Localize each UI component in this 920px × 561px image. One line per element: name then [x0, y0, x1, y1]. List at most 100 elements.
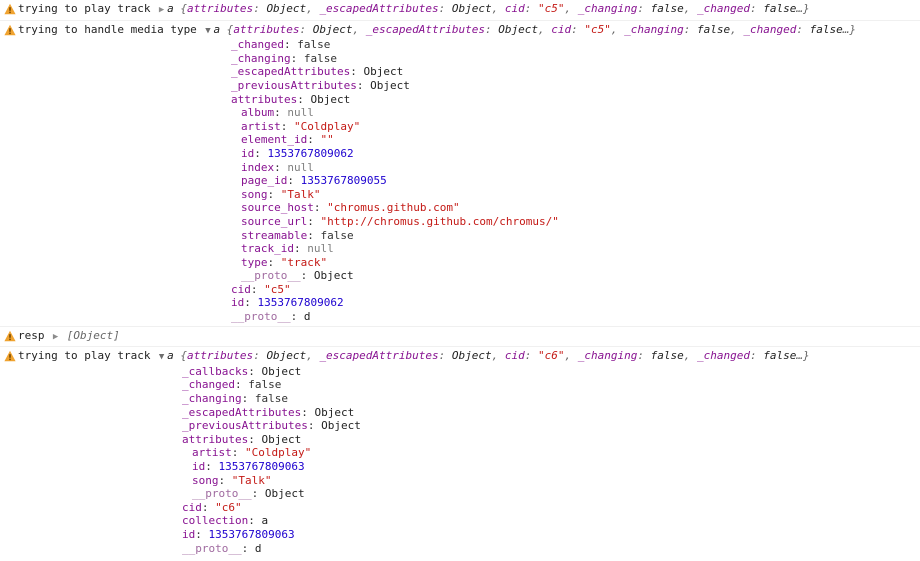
property-colon: :: [287, 174, 301, 188]
object-preview[interactable]: {attributes: Object, _escapedAttributes:…: [173, 349, 809, 363]
property-row[interactable]: ▶__proto__: Object: [0, 269, 920, 283]
property-row[interactable]: ▶_callbacks: Object: [0, 365, 920, 379]
property-key: artist: [192, 446, 232, 460]
disclosure-triangle-closed-icon[interactable]: ▶: [51, 331, 60, 345]
preview-value: Object: [266, 2, 307, 15]
property-value: null: [287, 106, 314, 120]
property-value: false: [320, 228, 354, 242]
preview-value: false: [763, 2, 797, 15]
property-row[interactable]: ▶_escapedAttributes: Object: [0, 406, 920, 420]
property-row[interactable]: track_id: null: [0, 242, 920, 256]
property-row[interactable]: ▶__proto__: d: [0, 542, 920, 556]
property-colon: :: [307, 214, 321, 228]
property-row[interactable]: _changed: false: [0, 378, 920, 392]
property-row[interactable]: index: null: [0, 161, 920, 175]
property-row[interactable]: ▶collection: a: [0, 514, 920, 528]
property-row[interactable]: _changing: false: [0, 52, 920, 66]
property-colon: :: [234, 378, 249, 392]
property-row[interactable]: id: 1353767809062: [0, 296, 920, 310]
preview-key: attributes: [186, 349, 254, 363]
preview-colon: :: [299, 22, 313, 36]
preview-value: "c5": [584, 22, 611, 36]
object-preview[interactable]: {attributes: Object, _escapedAttributes:…: [220, 23, 856, 36]
property-colon: :: [254, 146, 268, 160]
console-entry[interactable]: resp ▶ [Object]: [0, 327, 920, 348]
preview-colon: :: [438, 2, 452, 15]
property-key: _changing: [231, 51, 291, 65]
property-key: _escapedAttributes: [182, 405, 302, 419]
disclosure-triangle-closed-icon[interactable]: ▶: [157, 4, 166, 18]
property-key: id: [182, 527, 196, 541]
property-row[interactable]: _changed: false: [0, 38, 920, 52]
property-value: 1353767809055: [300, 174, 387, 188]
property-colon: :: [290, 51, 304, 65]
console-entry-header[interactable]: trying to play track ▶ a {attributes: Obj…: [0, 2, 920, 18]
property-row[interactable]: song: "Talk": [0, 188, 920, 202]
property-key: attributes: [182, 432, 249, 446]
property-row[interactable]: ▶__proto__: Object: [0, 487, 920, 501]
property-row[interactable]: cid: "c6": [0, 501, 920, 515]
object-preview[interactable]: [Object]: [60, 329, 120, 342]
property-colon: :: [350, 65, 364, 79]
property-row[interactable]: ▶_escapedAttributes: Object: [0, 65, 920, 79]
preview-value: false: [650, 349, 684, 363]
property-row[interactable]: ▶_previousAttributes: Object: [0, 419, 920, 433]
property-key: artist: [241, 119, 281, 133]
property-colon: :: [267, 187, 281, 201]
property-key: page_id: [241, 174, 288, 188]
property-row[interactable]: id: 1353767809063: [0, 460, 920, 474]
disclosure-triangle-open-icon[interactable]: ▼: [157, 351, 166, 365]
property-row[interactable]: id: 1353767809063: [0, 528, 920, 542]
property-colon: :: [307, 419, 322, 433]
property-row[interactable]: ▶__proto__: d: [0, 310, 920, 324]
property-row[interactable]: artist: "Coldplay": [0, 446, 920, 460]
property-row[interactable]: cid: "c5": [0, 283, 920, 297]
property-value: 1353767809062: [267, 146, 354, 160]
property-row[interactable]: _changing: false: [0, 392, 920, 406]
preview-brace-open: {: [173, 2, 187, 15]
property-row[interactable]: album: null: [0, 106, 920, 120]
property-row[interactable]: ▼attributes: Object: [0, 433, 920, 447]
property-row[interactable]: type: "track": [0, 256, 920, 270]
property-row[interactable]: streamable: false: [0, 229, 920, 243]
console-entry[interactable]: trying to handle media type ▼ a {attribut…: [0, 21, 920, 327]
console-entry-header[interactable]: trying to handle media type ▼ a {attribut…: [0, 23, 920, 39]
console-entry-header[interactable]: trying to play track ▼ a {attributes: Obj…: [0, 349, 920, 365]
property-value: "chromus.github.com": [327, 201, 460, 215]
property-value: "Coldplay": [245, 446, 312, 460]
property-value: a: [261, 514, 269, 528]
preview-key: cid: [504, 2, 525, 15]
property-colon: :: [267, 255, 281, 269]
property-value: 1353767809062: [257, 296, 344, 310]
object-preview[interactable]: {attributes: Object, _escapedAttributes:…: [173, 2, 809, 15]
property-row[interactable]: artist: "Coldplay": [0, 120, 920, 134]
property-row[interactable]: id: 1353767809062: [0, 147, 920, 161]
preview-value: false: [650, 2, 684, 15]
preview-comma: ,: [352, 22, 366, 36]
preview-brace-open: {: [173, 349, 187, 363]
console-entry[interactable]: trying to play track ▼ a {attributes: Obj…: [0, 347, 920, 557]
property-row[interactable]: ▶_previousAttributes: Object: [0, 79, 920, 93]
property-key: type: [241, 255, 268, 269]
property-value: Object: [310, 92, 351, 106]
preview-value: "c5": [538, 2, 565, 15]
warning-triangle-icon: [4, 3, 16, 15]
console-entry-header[interactable]: resp ▶ [Object]: [0, 329, 920, 345]
preview-comma: ,: [306, 2, 320, 15]
console-entry[interactable]: trying to play track ▶ a {attributes: Obj…: [0, 0, 920, 21]
property-row[interactable]: source_host: "chromus.github.com": [0, 201, 920, 215]
property-row[interactable]: ▼attributes: Object: [0, 93, 920, 107]
preview-key: _changing: [577, 2, 638, 15]
property-value: 1353767809063: [208, 527, 295, 541]
property-row[interactable]: source_url: "http://chromus.github.com/c…: [0, 215, 920, 229]
property-colon: :: [248, 432, 262, 446]
console-message-text: trying to play track: [18, 2, 158, 15]
preview-key: attributes: [233, 22, 300, 36]
property-row[interactable]: page_id: 1353767809055: [0, 174, 920, 188]
property-row[interactable]: song: "Talk": [0, 474, 920, 488]
property-colon: :: [248, 514, 262, 528]
devtools-console-log[interactable]: trying to play track ▶ a {attributes: Obj…: [0, 0, 920, 557]
property-row[interactable]: element_id: "": [0, 133, 920, 147]
property-value: "track": [280, 255, 328, 269]
object-constructor-name: a: [167, 349, 174, 363]
